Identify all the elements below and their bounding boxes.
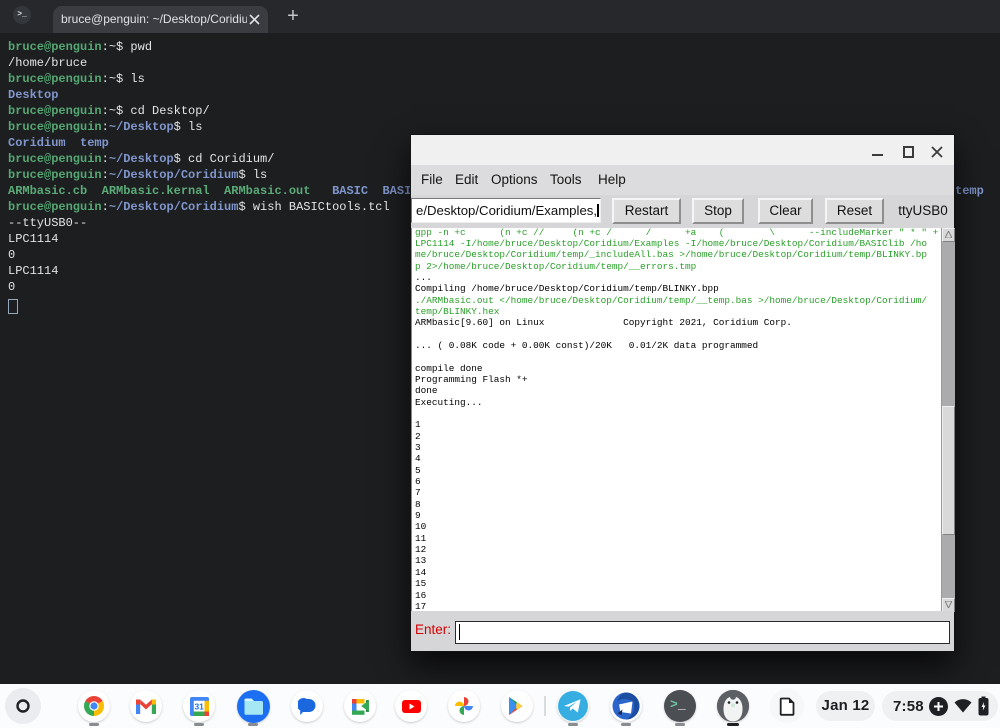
- svg-text:31: 31: [194, 701, 204, 711]
